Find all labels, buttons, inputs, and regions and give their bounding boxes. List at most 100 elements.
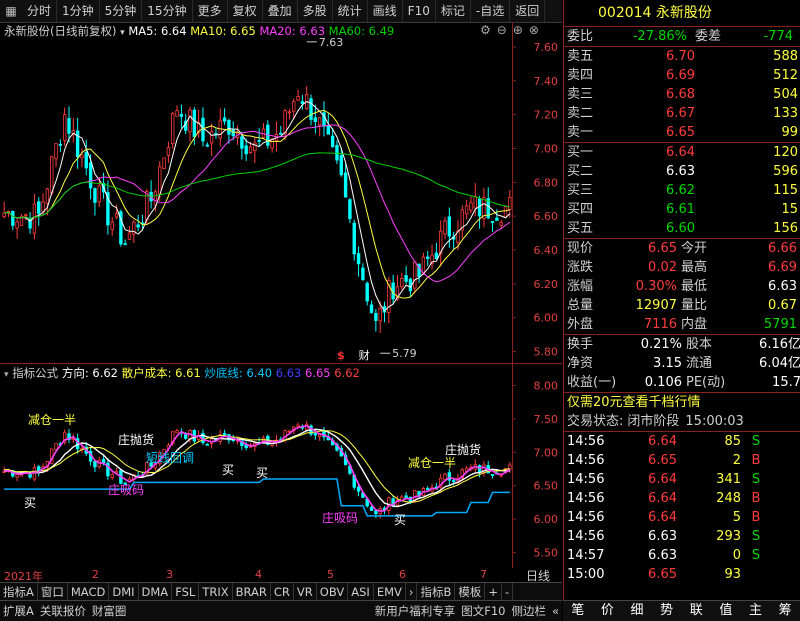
- candle-body: [209, 130, 214, 144]
- sidebar-collapse-icon[interactable]: «: [549, 601, 562, 621]
- ask-price: 6.65: [666, 125, 695, 140]
- zoom-in-icon[interactable]: ⊕: [513, 23, 523, 37]
- toolbar-draw[interactable]: 画线: [368, 0, 403, 22]
- ask-label: 卖二: [567, 106, 594, 121]
- toolbar-fenshi[interactable]: 分时: [22, 0, 58, 22]
- tab-vr[interactable]: VR: [294, 583, 317, 601]
- signal-label: 买: [394, 513, 406, 527]
- promo-row[interactable]: 仅需20元查看千档行情: [564, 393, 800, 412]
- tab-window[interactable]: 窗口: [38, 583, 68, 601]
- tab-value[interactable]: 值: [711, 601, 741, 621]
- sidebar-button[interactable]: 侧边栏: [508, 601, 549, 621]
- toolbar-back[interactable]: 返回: [510, 0, 546, 22]
- toolbar-mark[interactable]: 标记: [436, 0, 471, 22]
- candle-body: [309, 98, 313, 120]
- quote-header: 002014 永新股份: [564, 0, 800, 27]
- bottom-line: [4, 478, 510, 517]
- related-quote-button[interactable]: 关联报价: [37, 601, 89, 621]
- stat-value: 15.7: [772, 375, 800, 390]
- legend-toggle-icon[interactable]: ▾: [120, 28, 125, 38]
- bid-volume: 120: [773, 145, 798, 160]
- tick-volume: 293: [716, 529, 741, 544]
- toolbar-watchlist[interactable]: -自选: [471, 0, 511, 22]
- tab-obv[interactable]: OBV: [317, 583, 349, 601]
- tab-ticks[interactable]: 笔: [563, 601, 593, 621]
- tick-direction: B: [751, 491, 761, 506]
- tab-price[interactable]: 价: [593, 601, 623, 621]
- tick-direction: S: [751, 472, 761, 487]
- indicator-value-1: 6.63: [275, 366, 302, 380]
- candle-body: [292, 101, 296, 112]
- tab-template[interactable]: 模板: [455, 583, 486, 601]
- tab-add-icon[interactable]: +: [485, 583, 503, 601]
- candle-body: [413, 261, 417, 289]
- toolbar-overlay[interactable]: 叠加: [263, 0, 298, 22]
- candle-body: [326, 125, 331, 135]
- grid-icon[interactable]: ▦: [4, 4, 18, 18]
- toolbar-15min[interactable]: 15分钟: [142, 0, 193, 22]
- settings-icon[interactable]: ⚙: [480, 23, 491, 37]
- wealth-circle-button[interactable]: 财富圈: [89, 601, 130, 621]
- tab-emv[interactable]: EMV: [374, 583, 406, 601]
- extend-a-button[interactable]: 扩展A: [0, 601, 37, 621]
- tab-macd[interactable]: MACD: [68, 583, 110, 601]
- ask-label: 卖五: [567, 49, 594, 64]
- candle-body: [287, 111, 292, 114]
- ask-label: 卖三: [567, 87, 594, 102]
- tab-scroll-right-icon[interactable]: ›: [406, 583, 418, 601]
- tab-indicator-a[interactable]: 指标A: [0, 583, 38, 601]
- event-cai-mark[interactable]: 财: [359, 348, 370, 362]
- bid-label: 买五: [567, 221, 594, 236]
- toolbar-stats[interactable]: 统计: [333, 0, 368, 22]
- tick-direction: S: [751, 548, 761, 563]
- stat-label: 最低: [681, 279, 708, 294]
- kline-chart[interactable]: 7.60 7.40 7.20 7.00 6.80 6.60 6.40 6.20 6.00 5.80…: [0, 22, 562, 364]
- tab-link[interactable]: 联: [682, 601, 712, 621]
- tab-trix[interactable]: TRIX: [199, 583, 233, 601]
- new-user-benefit-link[interactable]: 新用户福利专享: [372, 601, 459, 621]
- indicator-chart[interactable]: 8.00 7.50 7.00 6.50 6.00 5.50 减仓一半 庄抛货 短线回调买买庄吸码…: [0, 364, 562, 568]
- stat-label: 外盘: [567, 317, 594, 332]
- signal-label: 庄吸码: [108, 482, 144, 497]
- toolbar-fuquan[interactable]: 复权: [228, 0, 263, 22]
- tab-trend[interactable]: 势: [652, 601, 682, 621]
- toolbar-f10[interactable]: F10: [403, 0, 436, 22]
- tick-price: 6.65: [648, 567, 677, 582]
- tick-price: 6.63: [648, 529, 677, 544]
- indicator-menu-icon[interactable]: ▾: [4, 370, 9, 380]
- toolbar-5min[interactable]: 5分钟: [100, 0, 143, 22]
- weibi-value: -27.86%: [632, 29, 687, 44]
- tab-brar[interactable]: BRAR: [233, 583, 271, 601]
- tab-main[interactable]: 主: [741, 601, 771, 621]
- toolbar-multi[interactable]: 多股: [298, 0, 333, 22]
- tab-fsl[interactable]: FSL: [172, 583, 200, 601]
- tab-cr[interactable]: CR: [271, 583, 294, 601]
- tab-detail[interactable]: 细: [622, 601, 652, 621]
- candle-body: [192, 109, 197, 138]
- close-icon[interactable]: ⊗: [529, 23, 539, 37]
- candle-body: [179, 114, 184, 117]
- tab-chips[interactable]: 筹: [770, 601, 800, 621]
- toolbar-1min[interactable]: 1分钟: [57, 0, 100, 22]
- tab-indicator-b[interactable]: 指标B: [417, 583, 456, 601]
- stat-label: 涨跌: [567, 260, 594, 275]
- promo-link[interactable]: 仅需20元查看千档行情: [567, 393, 701, 412]
- price-tick-label: 7.60: [534, 41, 559, 54]
- toolbar-more[interactable]: 更多: [193, 0, 228, 22]
- event-s-mark[interactable]: $: [337, 349, 345, 362]
- zoom-out-icon[interactable]: ⊖: [497, 23, 507, 37]
- f10-button[interactable]: 图文F10: [458, 601, 508, 621]
- tab-asi[interactable]: ASI: [348, 583, 374, 601]
- tab-dmi[interactable]: DMI: [109, 583, 139, 601]
- legend-ma10: MA10: 6.65: [190, 24, 256, 38]
- candle-body: [244, 145, 248, 155]
- candle-body: [296, 96, 300, 101]
- candle-body: [356, 253, 361, 265]
- candle-body: [84, 151, 88, 169]
- status-value: 闭市阶段: [627, 414, 680, 429]
- tab-remove-icon[interactable]: -: [502, 583, 514, 601]
- ind-candle-body: [205, 443, 209, 446]
- tab-dma[interactable]: DMA: [139, 583, 173, 601]
- candle-body: [136, 224, 140, 228]
- main-legend: 永新股份(日线前复权) ▾ MA5: 6.64 MA10: 6.65 MA20:…: [4, 23, 394, 41]
